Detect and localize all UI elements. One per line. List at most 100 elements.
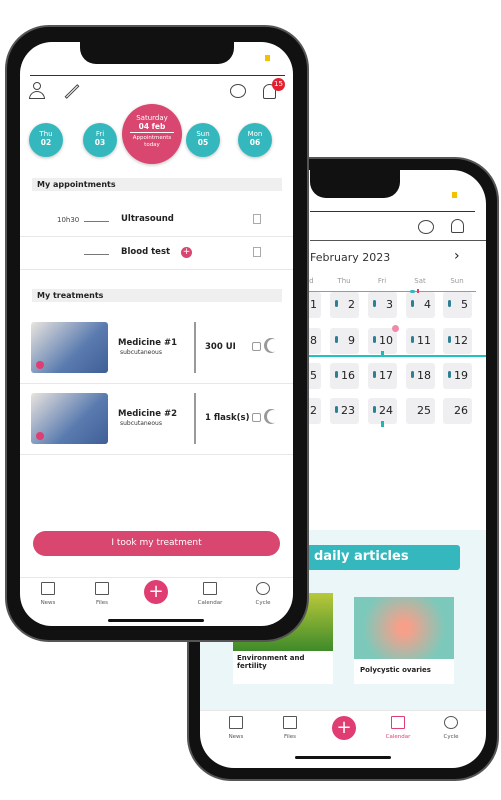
day-circle[interactable]: Mon 06 <box>238 123 272 157</box>
calendar-day[interactable]: 26 <box>443 398 472 424</box>
day-circle[interactable]: Sun 05 <box>186 123 220 157</box>
calendar-icon <box>203 582 217 595</box>
appointment-row[interactable]: 10h30 Ultrasound <box>20 214 293 228</box>
calendar-day[interactable]: 17 <box>368 363 397 389</box>
nav-cycle[interactable]: Cycle <box>243 582 283 610</box>
day-number: 4 <box>424 298 431 311</box>
news-icon <box>41 582 55 595</box>
drop-icon <box>373 371 376 378</box>
drop-icon <box>411 371 414 378</box>
notification-badge: 15 <box>272 78 285 91</box>
calendar-day[interactable]: 18 <box>406 363 435 389</box>
nav-label: News <box>40 600 56 606</box>
nav-files[interactable]: Files <box>82 582 122 610</box>
day-number: 05 <box>197 138 209 147</box>
took-treatment-button[interactable]: I took my treatment <box>33 531 280 556</box>
calendar-day[interactable]: 3 <box>368 292 397 318</box>
calendar-day[interactable]: 2 <box>330 292 359 318</box>
nav-label: Files <box>283 734 297 740</box>
calendar-day[interactable]: 12 <box>443 328 472 354</box>
today-circle[interactable]: Saturday 04 feb Appointments today <box>122 104 182 164</box>
day-number: 17 <box>379 369 393 382</box>
document-icon[interactable] <box>253 247 261 257</box>
month-label: February 2023 <box>310 251 391 264</box>
article-card[interactable]: Polycystic ovaries <box>354 597 454 684</box>
bell-icon[interactable] <box>451 219 464 233</box>
taken-checkbox[interactable] <box>252 342 261 351</box>
status-icon <box>452 192 457 198</box>
play-icon[interactable] <box>36 361 44 369</box>
calendar-day[interactable]: 25 <box>406 398 435 424</box>
drop-icon <box>335 371 338 378</box>
nav-label: Calendar <box>385 734 411 740</box>
nav-label: News <box>228 734 244 740</box>
day-circle[interactable]: Fri 03 <box>83 123 117 157</box>
medicine-video-thumbnail[interactable] <box>31 393 108 444</box>
article-image <box>354 597 454 659</box>
calendar-day[interactable]: 9 <box>330 328 359 354</box>
monkey-face-icon[interactable] <box>418 220 434 234</box>
weekday-label: Fri <box>377 277 387 285</box>
add-button[interactable]: + <box>332 716 356 740</box>
treatments-header: My treatments <box>32 289 282 302</box>
calendar-day[interactable]: 24 <box>368 398 397 427</box>
medicine-dose: 300 UI <box>205 342 236 352</box>
status-icon <box>265 55 270 61</box>
document-icon[interactable] <box>253 214 261 224</box>
day-number: 11 <box>417 334 431 347</box>
nav-news[interactable]: News <box>216 716 256 744</box>
calendar-day[interactable]: 23 <box>330 398 359 424</box>
taken-checkbox[interactable] <box>252 413 261 422</box>
play-icon[interactable] <box>36 432 44 440</box>
nav-calendar[interactable]: Calendar <box>190 582 230 610</box>
cycle-icon <box>444 716 458 729</box>
day-number: 8 <box>310 334 317 347</box>
appointment-name: Ultrasound <box>121 214 174 224</box>
day-name: Mon <box>247 130 263 138</box>
medicine-dose: 1 flask(s) <box>205 413 250 423</box>
next-month-button[interactable]: › <box>454 248 460 264</box>
add-icon[interactable]: + <box>181 247 192 258</box>
moon-icon <box>267 339 279 352</box>
weekday-label: Sat <box>414 277 426 285</box>
calendar-day[interactable]: 19 <box>443 363 472 389</box>
calendar-day[interactable]: 10 <box>368 325 399 357</box>
calendar-day[interactable]: 5 <box>443 292 472 318</box>
add-button[interactable]: + <box>144 580 168 604</box>
folder-icon <box>283 716 297 729</box>
day-number: 06 <box>249 138 261 147</box>
monkey-face-icon[interactable] <box>230 84 246 98</box>
treatment-row[interactable]: Medicine #2 subcutaneous 1 flask(s) <box>20 393 293 445</box>
today-day: Saturday <box>136 114 168 122</box>
calendar-day[interactable]: 16 <box>330 363 359 389</box>
nav-news[interactable]: News <box>28 582 68 610</box>
news-icon <box>229 716 243 729</box>
day-number: 5 <box>461 298 468 311</box>
event-marker <box>410 290 415 293</box>
day-number: 02 <box>40 138 52 147</box>
drop-icon <box>335 300 338 307</box>
day-number: 03 <box>94 138 106 147</box>
appointment-dot <box>392 325 399 332</box>
day-number: 10 <box>379 334 393 347</box>
calendar-day[interactable]: 4 <box>406 289 435 318</box>
nav-calendar[interactable]: Calendar <box>378 716 418 744</box>
nav-label: Cycle <box>255 600 271 606</box>
day-name: Sun <box>196 130 210 138</box>
home-screen: 15 Thu 02 Fri 03 Sun 05 Mon 06 Saturday 04 feb … <box>20 42 293 626</box>
appointment-name: Blood test <box>121 247 171 257</box>
medicine-video-thumbnail[interactable] <box>31 322 108 373</box>
article-title: Polycystic ovaries <box>360 666 431 674</box>
appointments-header: My appointments <box>32 178 282 191</box>
calendar-day[interactable]: 11 <box>406 328 435 354</box>
nav-files[interactable]: Files <box>270 716 310 744</box>
day-circle[interactable]: Thu 02 <box>29 123 63 157</box>
today-date: 04 feb <box>130 122 174 133</box>
syringe-icon[interactable] <box>64 84 80 99</box>
day-number: 26 <box>454 404 468 417</box>
profile-icon[interactable] <box>29 82 45 100</box>
treatment-row[interactable]: Medicine #1 subcutaneous 300 UI <box>20 322 293 374</box>
nav-cycle[interactable]: Cycle <box>431 716 471 744</box>
appointment-row[interactable]: Blood test + <box>20 247 293 261</box>
medicine-route: subcutaneous <box>120 420 162 427</box>
